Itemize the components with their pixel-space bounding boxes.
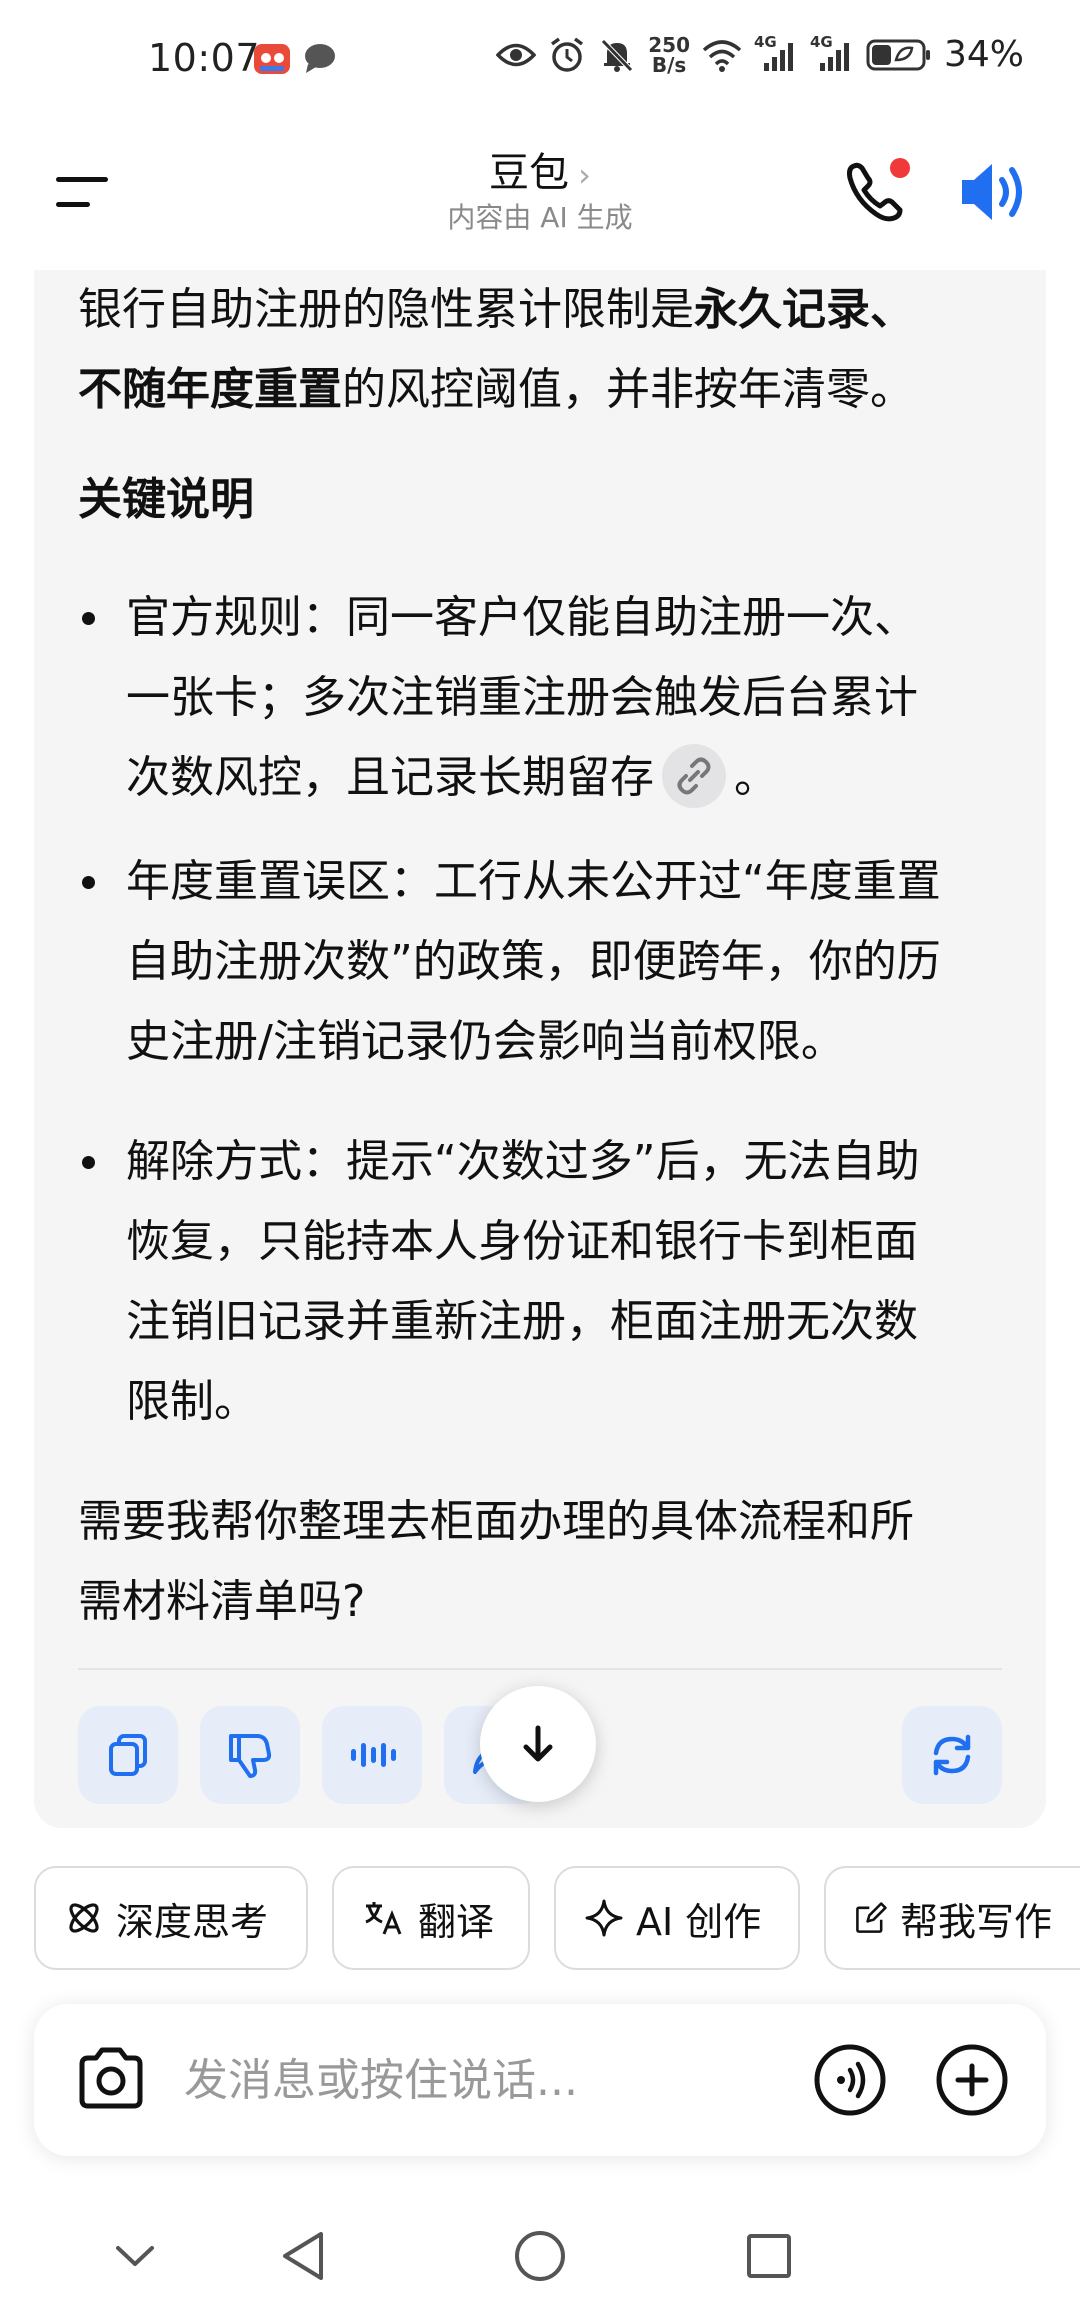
bullet-line: 次数风控，且记录长期留存 。 [126, 738, 1026, 818]
closing-line: 需要我帮你整理去柜面办理的具体流程和所 [78, 1496, 914, 1547]
plus-icon [936, 2044, 1008, 2116]
chat-header: 豆包 › 内容由 AI 生成 [0, 124, 1080, 270]
link-icon [677, 757, 711, 795]
wifi-icon [702, 39, 742, 72]
deep-think-icon [69, 1903, 99, 1933]
closing-line: 需材料清单吗? [78, 1576, 366, 1627]
chip-ai-create[interactable]: AI 创作 [554, 1866, 800, 1970]
network-speed-value: 250 [648, 32, 690, 57]
sparkle-icon [585, 1899, 623, 1937]
bullet-line: 限制。 [126, 1376, 258, 1427]
network-speed-unit: B/s [651, 52, 687, 77]
system-nav-bar [0, 2196, 1080, 2310]
copy-button[interactable] [78, 1706, 178, 1804]
camera-button[interactable] [72, 2042, 150, 2118]
chip-label: 帮我写作 [899, 1899, 1052, 1944]
chip-label: 深度思考 [116, 1899, 269, 1944]
signal-strength-2: 4G [810, 33, 854, 73]
battery-percent: 34% [943, 34, 1024, 75]
bullet-line: 恢复，只能持本人身份证和银行卡到柜面 [126, 1216, 918, 1267]
bullet-line: 一张卡；多次注销重注册会触发后台累计 [126, 672, 918, 723]
chip-deep-think[interactable]: 深度思考 [34, 1866, 308, 1970]
camera-icon [79, 2047, 143, 2109]
message-input[interactable] [184, 2044, 704, 2116]
intro-text: 银行自助注册的隐性累计限制是 [78, 284, 694, 335]
nav-recents-button[interactable] [734, 2224, 804, 2288]
reference-link-button[interactable] [662, 744, 726, 808]
chip-write[interactable]: 帮我写作 [824, 1866, 1080, 1970]
closing-question: 需要我帮你整理去柜面办理的具体流程和所 需材料清单吗? [78, 1482, 1008, 1642]
read-aloud-button[interactable] [322, 1706, 422, 1804]
bullet-line: 年度重置误区：工行从未公开过“年度重置 [126, 856, 941, 907]
nav-back-button[interactable] [270, 2224, 340, 2288]
message-input-bar [34, 2004, 1046, 2156]
voice-call-button[interactable] [840, 154, 920, 230]
scroll-to-bottom-button[interactable] [480, 1686, 596, 1802]
chip-translate[interactable]: 翻译 [332, 1866, 530, 1970]
bullet-line: 注销旧记录并重新注册，柜面注册无次数 [126, 1296, 918, 1347]
battery-icon [866, 39, 930, 70]
signal-strength-1: 4G [754, 33, 798, 73]
bullet-line: 史注册/注销记录仍会影响当前权限。 [126, 1016, 845, 1067]
bullet-dot [82, 1156, 95, 1169]
thumbs-down-icon [229, 1734, 272, 1778]
app-screen: 10:07 250 B/s 4G 4G 34% 豆包 › 内容由 AI 生成 银… [0, 0, 1080, 2310]
app-notification-icon [254, 44, 290, 74]
chip-label: 翻译 [418, 1899, 495, 1944]
arrow-down-icon [523, 1725, 553, 1762]
bullet-item: 官方规则：同一客户仅能自助注册一次、 一张卡；多次注销重注册会触发后台累计 次数… [126, 578, 1026, 818]
bullet-text-segment: 。 [734, 752, 778, 803]
intro-bold-text: 不随年度重置 [78, 364, 342, 415]
nav-back-icon [283, 2232, 323, 2280]
bullet-dot [82, 876, 95, 889]
bullet-dot [82, 612, 95, 625]
more-options-button[interactable] [932, 2040, 1012, 2120]
nav-home-button[interactable] [505, 2224, 575, 2288]
bullet-text-segment: 次数风控，且记录长期留存 [126, 752, 654, 803]
bullet-line: 官方规则：同一客户仅能自助注册一次、 [126, 592, 918, 643]
status-right-icons: 250 B/s 4G 4G 34% [496, 33, 1024, 75]
message-intro: 银行自助注册的隐性累计限制是永久记录、 不随年度重置的风控阈值，并非按年清零。 [78, 270, 1008, 430]
eye-icon [496, 43, 537, 66]
nav-home-icon [515, 2231, 565, 2281]
signal-bars-icon [819, 42, 849, 71]
network-speed: 250 B/s [648, 35, 690, 75]
status-bar: 10:07 250 B/s 4G 4G 34% [0, 0, 1080, 124]
signal-bars-icon [763, 42, 793, 71]
bullet-line: 解除方式：提示“次数过多”后，无法自助 [126, 1136, 920, 1187]
chip-label: AI 创作 [636, 1899, 762, 1944]
mute-bell-icon [601, 38, 634, 72]
alarm-icon [551, 37, 584, 72]
voice-input-button[interactable] [810, 2040, 890, 2120]
chat-title-text: 豆包 [489, 150, 570, 196]
bullet-item: 年度重置误区：工行从未公开过“年度重置 自助注册次数”的政策，即便跨年，你的历 … [126, 842, 1026, 1082]
phone-call-icon [847, 158, 910, 222]
voice-input-icon [814, 2044, 886, 2116]
status-time: 10:07 [148, 36, 261, 80]
dislike-button[interactable] [200, 1706, 300, 1804]
nav-hide-keyboard-button[interactable] [100, 2224, 170, 2288]
regenerate-icon [933, 1734, 971, 1776]
intro-text: 的风控阈值，并非按年清零。 [342, 364, 914, 415]
voice-play-icon [351, 1743, 396, 1767]
status-notification-icons [252, 38, 338, 78]
copy-icon [109, 1734, 147, 1776]
nav-recents-icon [747, 2234, 791, 2278]
speaker-button[interactable] [956, 154, 1036, 230]
intro-bold-text: 永久记录、 [694, 284, 914, 335]
bullet-line: 自助注册次数”的政策，即便跨年，你的历 [126, 936, 941, 987]
speaker-icon [962, 164, 1022, 220]
regenerate-button[interactable] [902, 1706, 1002, 1804]
nav-down-icon [116, 2246, 154, 2266]
chevron-right-icon: › [578, 156, 591, 194]
translate-icon [365, 1902, 402, 1935]
bullet-item: 解除方式：提示“次数过多”后，无法自助 恢复，只能持本人身份证和银行卡到柜面 注… [126, 1122, 1026, 1442]
message-bubble-icon [305, 44, 335, 73]
section-title: 关键说明 [78, 474, 254, 525]
message-divider [78, 1668, 1002, 1670]
ai-message-card: 银行自助注册的隐性累计限制是永久记录、 不随年度重置的风控阈值，并非按年清零。 … [34, 270, 1046, 1828]
edit-icon [856, 1902, 887, 1933]
